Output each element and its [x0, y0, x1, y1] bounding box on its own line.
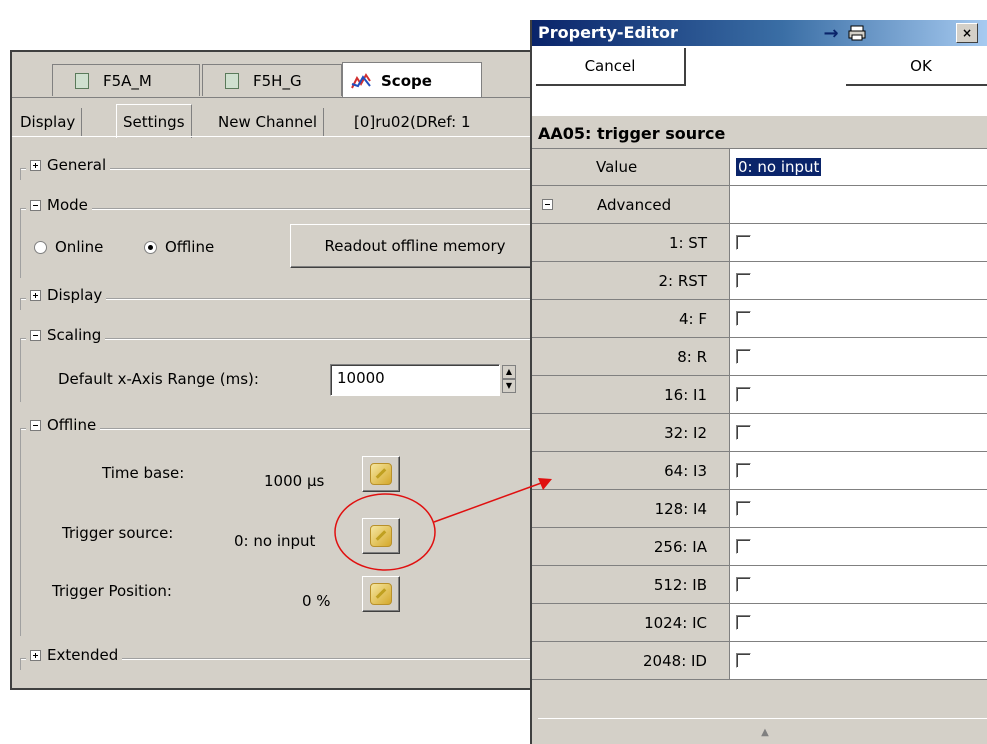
- annotation-overlay: [334, 478, 552, 571]
- highlight-circle: [334, 493, 436, 571]
- annotation-arrow-line: [433, 481, 545, 523]
